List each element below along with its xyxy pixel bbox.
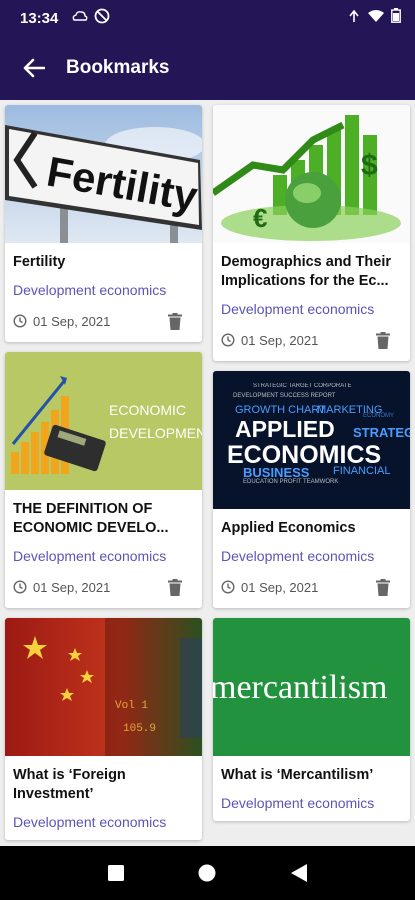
bookmarks-column-left: Fertility Fertility Development economic… [5, 105, 202, 846]
bookmark-category[interactable]: Development economics [13, 814, 194, 830]
bookmark-date: 01 Sep, 2021 [241, 332, 319, 348]
bookmark-card[interactable]: Fertility Fertility Development economic… [5, 105, 202, 342]
bookmark-image: ECONOMIC DEVELOPMENT [5, 352, 202, 490]
app-bar: Bookmarks [0, 36, 415, 100]
bookmark-card[interactable]: ECONOMIC DEVELOPMENT THE DEFINITION OF E… [5, 352, 202, 608]
bookmark-title: Demographics and Their Implications for … [221, 254, 392, 289]
image-text: APPLIED [235, 416, 335, 442]
bookmark-image: STRATEGIC TARGET CORPORATE DEVELOPMENT S… [213, 371, 410, 509]
cloud-notification-icon [72, 9, 88, 27]
back-nav-button[interactable] [281, 855, 317, 891]
svg-text:FINANCIAL: FINANCIAL [333, 465, 390, 477]
bookmark-category[interactable]: Development economics [221, 795, 402, 811]
trash-icon [376, 578, 390, 596]
bookmark-image: Fertility [5, 105, 202, 243]
bookmark-title: What is ‘Foreign Investment’ [13, 767, 126, 802]
clock-icon [13, 314, 27, 328]
bookmark-title: THE DEFINITION OF ECONOMIC DEVELO... [13, 501, 169, 536]
svg-text:BUSINESS: BUSINESS [243, 465, 310, 480]
trash-icon [376, 331, 390, 349]
triangle-nav-icon [291, 864, 308, 882]
svg-text:DEVELOPMENT SUCCESS REPORT: DEVELOPMENT SUCCESS REPORT [233, 393, 336, 399]
bookmark-date: 01 Sep, 2021 [241, 579, 319, 595]
back-button[interactable] [20, 54, 48, 82]
delete-button[interactable] [164, 310, 186, 332]
recents-button[interactable] [98, 855, 134, 891]
delete-button[interactable] [164, 576, 186, 598]
trash-icon [168, 312, 182, 330]
svg-text:€: € [253, 203, 267, 233]
delete-button[interactable] [372, 576, 394, 598]
bookmark-title: Applied Economics [221, 520, 356, 536]
image-text: mercantilism [213, 669, 388, 706]
status-time: 13:34 [20, 9, 59, 27]
bookmark-image: mercantilism [213, 618, 410, 756]
bookmark-category[interactable]: Development economics [221, 548, 402, 564]
bookmark-title: What is ‘Mercantilism’ [221, 767, 374, 783]
bookmark-card[interactable]: $ € Demographics and Their Implications … [213, 105, 410, 361]
bookmark-category[interactable]: Development economics [13, 282, 194, 298]
clock-icon [221, 333, 235, 347]
bookmark-image: Vol 1 105.9 [5, 618, 202, 756]
svg-text:$: $ [361, 149, 378, 182]
bookmark-card[interactable]: mercantilism What is ‘Mercantilism’ Deve… [213, 618, 410, 821]
page-title: Bookmarks [66, 57, 170, 78]
bookmarks-column-right: $ € Demographics and Their Implications … [213, 105, 410, 831]
svg-text:GROWTH CHART: GROWTH CHART [235, 404, 326, 416]
signal-icon [347, 9, 361, 28]
do-not-disturb-icon [94, 8, 110, 29]
svg-text:Vol 1: Vol 1 [115, 700, 148, 712]
bookmark-category[interactable]: Development economics [221, 301, 402, 317]
clock-icon [13, 580, 27, 594]
clock-icon [221, 580, 235, 594]
svg-text:MARKETING: MARKETING [317, 404, 382, 416]
bookmarks-grid[interactable]: Fertility Fertility Development economic… [0, 100, 415, 846]
system-navigation-bar [0, 846, 415, 900]
square-nav-icon [107, 865, 124, 881]
delete-button[interactable] [372, 329, 394, 351]
bookmark-category[interactable]: Development economics [13, 548, 194, 564]
battery-icon [391, 8, 401, 28]
svg-text:STRATEGY: STRATEGY [353, 425, 410, 440]
trash-icon [168, 578, 182, 596]
svg-text:105.9: 105.9 [123, 723, 156, 735]
circle-nav-icon [198, 864, 216, 882]
home-button[interactable] [189, 855, 225, 891]
wifi-icon [367, 9, 385, 28]
svg-text:STRATEGIC TARGET CORPORATE: STRATEGIC TARGET CORPORATE [253, 383, 351, 389]
bookmark-card[interactable]: Vol 1 105.9 What is ‘Foreign Investment’… [5, 618, 202, 840]
bookmark-title: Fertility [13, 254, 66, 270]
status-bar: 13:34 [0, 0, 415, 36]
back-arrow-icon [23, 58, 45, 78]
bookmark-date: 01 Sep, 2021 [33, 579, 111, 595]
bookmark-image: $ € [213, 105, 410, 243]
image-text: DEVELOPMENT [109, 425, 202, 441]
bookmark-card[interactable]: STRATEGIC TARGET CORPORATE DEVELOPMENT S… [213, 371, 410, 608]
image-text: ECONOMIC [109, 402, 186, 418]
bookmark-date: 01 Sep, 2021 [33, 313, 111, 329]
